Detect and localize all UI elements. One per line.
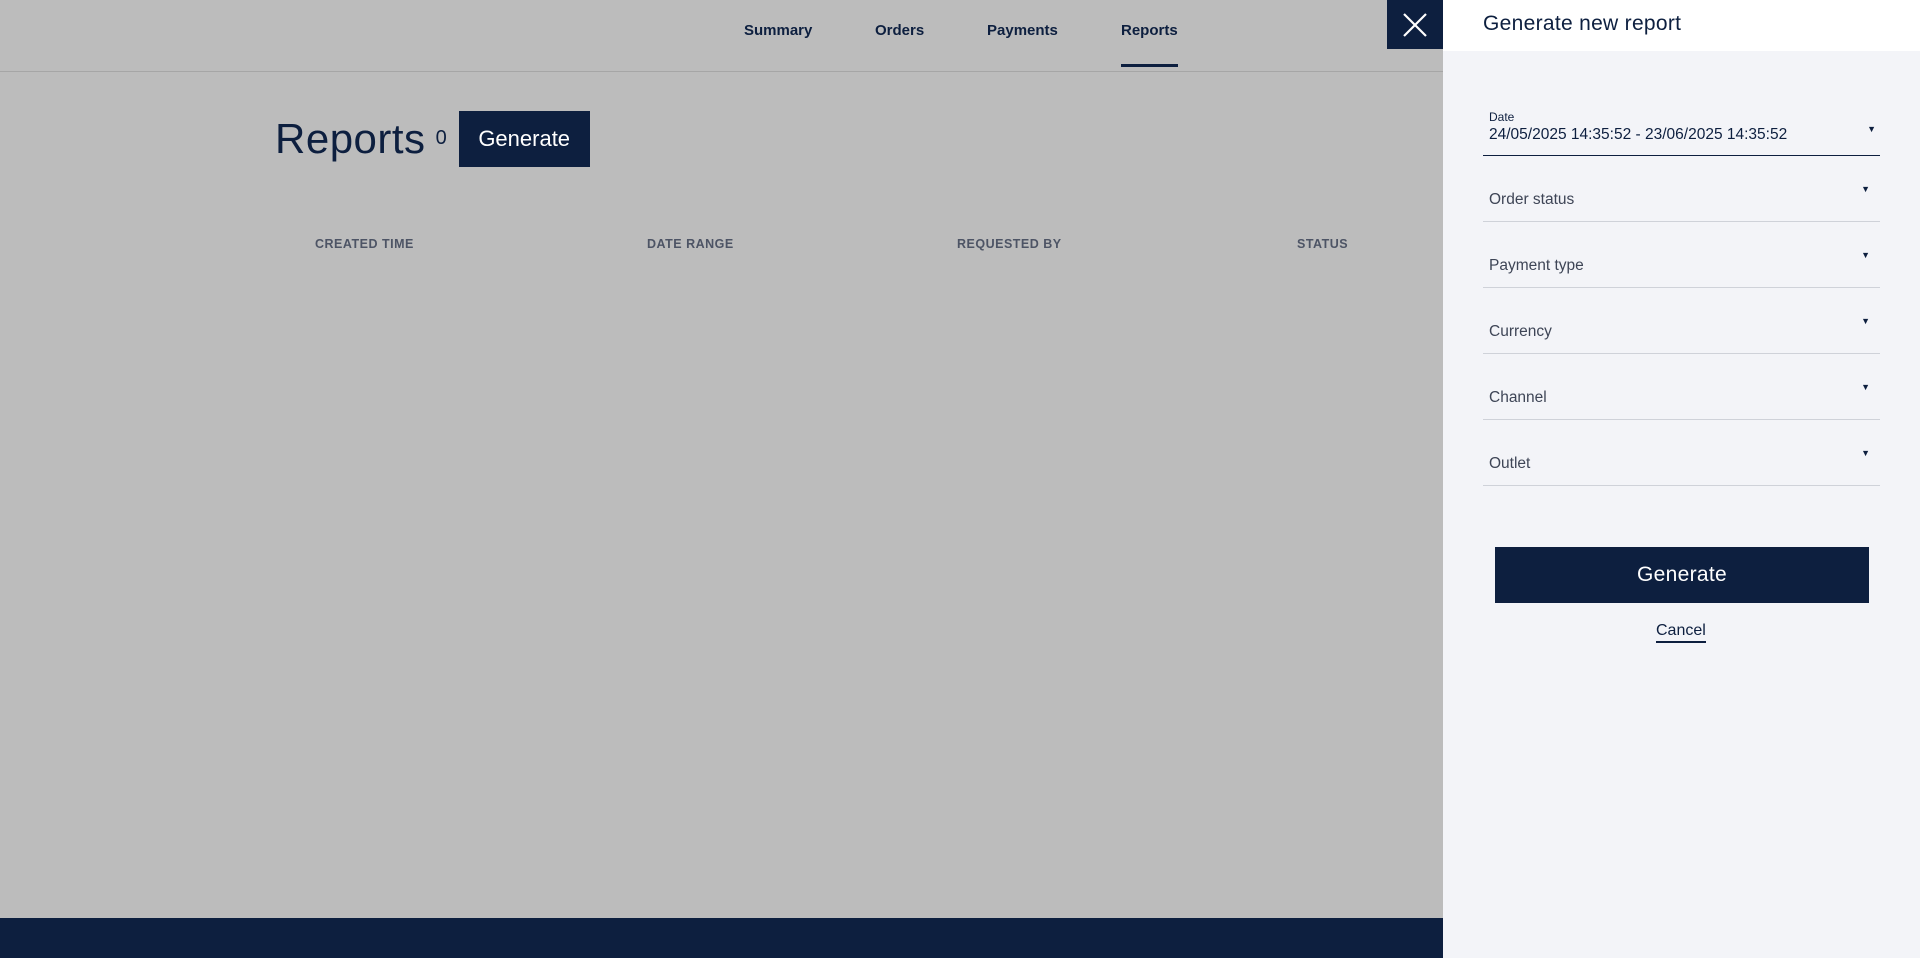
generate-button[interactable]: Generate [458,111,590,167]
column-header-date-range[interactable]: DATE RANGE [647,237,734,251]
outlet-select[interactable]: Outlet ▼ [1483,430,1880,486]
column-header-requested-by[interactable]: REQUESTED BY [957,237,1062,251]
payment-type-select[interactable]: Payment type ▼ [1483,232,1880,288]
currency-label: Currency [1489,323,1552,340]
caret-down-icon: ▼ [1861,448,1870,458]
order-status-select[interactable]: Order status ▼ [1483,166,1880,222]
caret-down-icon: ▼ [1861,316,1870,326]
close-icon [1403,12,1427,37]
channel-label: Channel [1489,389,1547,406]
column-header-created-time[interactable]: CREATED TIME [315,237,414,251]
tab-summary[interactable]: Summary [744,22,812,39]
date-label: Date [1489,110,1515,124]
tab-orders[interactable]: Orders [875,22,924,39]
cancel-link[interactable]: Cancel [1656,622,1706,643]
generate-report-drawer: Generate new report Date 24/05/2025 14:3… [1443,0,1920,958]
column-header-status[interactable]: STATUS [1297,237,1348,251]
close-drawer-button[interactable] [1387,0,1443,49]
tab-reports[interactable]: Reports [1121,22,1178,67]
outlet-label: Outlet [1489,455,1531,472]
caret-down-icon: ▼ [1867,124,1876,134]
drawer-title: Generate new report [1483,12,1682,35]
generate-report-button[interactable]: Generate [1495,547,1869,603]
footer-bar [0,918,1443,958]
payment-type-label: Payment type [1489,257,1584,274]
caret-down-icon: ▼ [1861,184,1870,194]
page-title: Reports [275,115,426,162]
report-count: 0 [435,127,447,149]
caret-down-icon: ▼ [1861,382,1870,392]
channel-select[interactable]: Channel ▼ [1483,364,1880,420]
caret-down-icon: ▼ [1861,250,1870,260]
date-range-value: 24/05/2025 14:35:52 - 23/06/2025 14:35:5… [1489,126,1788,143]
date-range-select[interactable]: Date 24/05/2025 14:35:52 - 23/06/2025 14… [1483,100,1880,156]
page-header: Reports 0 Generate [275,111,590,167]
tab-payments[interactable]: Payments [987,22,1058,39]
order-status-label: Order status [1489,191,1575,208]
drawer-header: Generate new report [1443,0,1920,51]
currency-select[interactable]: Currency ▼ [1483,298,1880,354]
